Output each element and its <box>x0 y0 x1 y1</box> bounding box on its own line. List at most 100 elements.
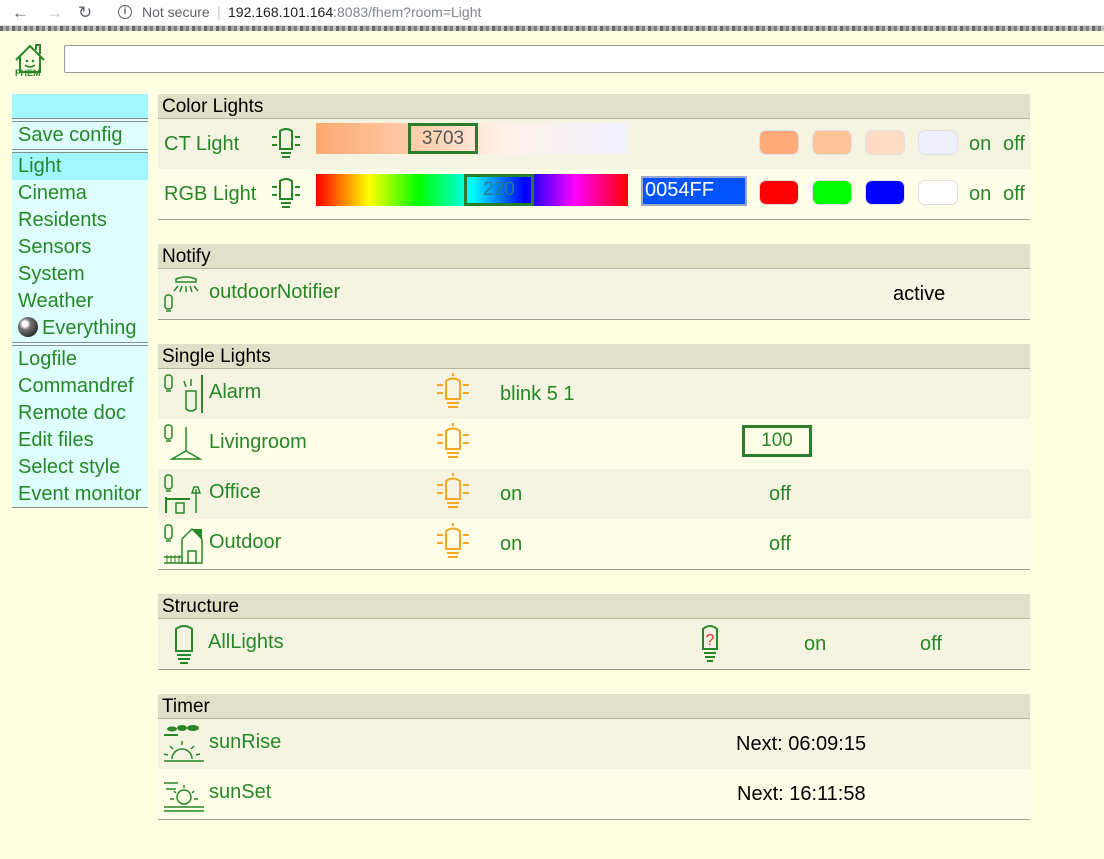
off-link[interactable]: off <box>769 533 791 556</box>
reload-icon[interactable]: ↻ <box>78 3 92 23</box>
ct-swatch-2[interactable] <box>812 130 852 155</box>
rgb-swatch-blue[interactable] <box>865 180 905 205</box>
bulb-on-icon[interactable] <box>435 473 471 515</box>
blink-command-link[interactable]: blink 5 1 <box>500 383 575 406</box>
menu-item-commandref[interactable]: Commandref <box>12 373 148 400</box>
device-name[interactable]: Alarm <box>209 381 261 404</box>
device-row-office: Office on off <box>158 469 1030 519</box>
device-name[interactable]: sunRise <box>209 731 281 754</box>
menu-item-logfile[interactable]: Logfile <box>12 346 148 373</box>
off-link[interactable]: off <box>920 633 942 656</box>
menu-item-label: Select style <box>18 456 121 478</box>
menu-item-label: Cinema <box>18 182 87 204</box>
bulb-on-icon[interactable] <box>435 373 471 415</box>
menu-item-label: Save config <box>18 124 123 146</box>
sidebar-menu: Save config Light Cinema Residents Senso… <box>12 94 148 508</box>
device-name[interactable]: Office <box>209 481 261 504</box>
section-title[interactable]: Color Lights <box>158 94 1030 119</box>
back-icon[interactable]: ← <box>12 3 29 23</box>
device-name[interactable]: sunSet <box>209 781 271 804</box>
brightness-value-box[interactable]: 100 <box>742 425 812 457</box>
desk-lamp-icon[interactable] <box>162 473 206 515</box>
on-link[interactable]: on <box>500 533 522 556</box>
on-link[interactable]: on <box>804 633 826 656</box>
forward-icon[interactable]: → <box>46 3 63 23</box>
fhem-logo[interactable]: FHEM <box>12 40 48 80</box>
next-time: Next: 16:11:58 <box>737 783 866 805</box>
sunset-icon[interactable] <box>162 773 206 815</box>
color-temperature-slider[interactable]: 3703 <box>316 123 628 154</box>
url-host: 192.168.101.164 <box>228 4 334 20</box>
ceiling-lamp-icon[interactable] <box>162 423 206 465</box>
bulb-icon[interactable] <box>270 177 302 213</box>
device-name[interactable]: CT Light <box>164 133 239 156</box>
section-title[interactable]: Notify <box>158 244 1030 269</box>
on-link[interactable]: on <box>969 183 991 206</box>
off-link[interactable]: off <box>769 483 791 506</box>
slider-handle[interactable]: 220 <box>464 174 534 206</box>
alarm-light-icon[interactable] <box>162 373 206 415</box>
svg-text:?: ? <box>706 632 715 649</box>
on-link[interactable]: on <box>500 483 522 506</box>
menu-item-residents[interactable]: Residents <box>12 207 148 234</box>
notifier-icon[interactable] <box>162 273 206 315</box>
device-row-alarm: Alarm blink 5 1 <box>158 369 1030 419</box>
bulb-on-icon[interactable] <box>435 423 471 465</box>
info-icon[interactable]: i <box>118 5 132 19</box>
device-row-sunset: sunSet Next: 16:11:58 <box>158 769 1030 819</box>
bulb-icon[interactable] <box>172 623 196 665</box>
ct-swatch-4[interactable] <box>918 130 958 155</box>
menu-item-system[interactable]: System <box>12 261 148 288</box>
menu-item-label: Residents <box>18 209 107 231</box>
section-title[interactable]: Timer <box>158 694 1030 719</box>
menu-item-label: Logfile <box>18 348 77 370</box>
outdoor-house-icon[interactable] <box>162 523 206 565</box>
hue-slider[interactable]: 220 <box>316 174 628 206</box>
section-title[interactable]: Single Lights <box>158 344 1030 369</box>
off-link[interactable]: off <box>1003 133 1025 156</box>
ct-swatch-3[interactable] <box>865 130 905 155</box>
rgb-swatch-white[interactable] <box>918 180 958 205</box>
device-name[interactable]: AllLights <box>208 631 284 654</box>
url-field[interactable]: 192.168.101.164:8083/fhem?room=Light <box>228 4 481 20</box>
device-name[interactable]: outdoorNotifier <box>209 281 340 304</box>
menu-item-edit-files[interactable]: Edit files <box>12 427 148 454</box>
rgb-swatch-green[interactable] <box>812 180 852 205</box>
bulb-icon[interactable] <box>270 127 302 163</box>
menu-item-light[interactable]: Light <box>12 153 148 180</box>
slider-handle[interactable]: 3703 <box>408 123 478 154</box>
device-name[interactable]: RGB Light <box>164 183 256 206</box>
on-link[interactable]: on <box>969 133 991 156</box>
menu-item-sensors[interactable]: Sensors <box>12 234 148 261</box>
room-content: Color Lights CT Light 3703 on off RGB Li… <box>158 94 1030 844</box>
menu-item-everything[interactable]: Everything <box>12 315 148 342</box>
menu-item-label: Everything <box>42 317 137 339</box>
menu-item-weather[interactable]: Weather <box>12 288 148 315</box>
sunrise-icon[interactable] <box>162 723 206 765</box>
menu-item-select-style[interactable]: Select style <box>12 454 148 481</box>
menu-item-label: Edit files <box>18 429 94 451</box>
menu-item-remote-doc[interactable]: Remote doc <box>12 400 148 427</box>
bulb-on-icon[interactable] <box>435 523 471 565</box>
globe-icon <box>18 317 38 337</box>
header-texture <box>0 26 1104 31</box>
next-time: Next: 06:09:15 <box>736 733 867 755</box>
browser-address-bar: ← → ↻ i Not secure | 192.168.101.164:808… <box>0 0 1104 26</box>
command-input[interactable] <box>64 45 1104 73</box>
logo-text: FHEM <box>15 68 41 78</box>
section-title[interactable]: Structure <box>158 594 1030 619</box>
device-row-rgb-light: RGB Light 220 0054FF on off <box>158 169 1030 219</box>
ct-swatch-1[interactable] <box>759 130 799 155</box>
color-hex-input[interactable]: 0054FF <box>641 176 747 206</box>
off-link[interactable]: off <box>1003 183 1025 206</box>
device-name[interactable]: Livingroom <box>209 431 307 454</box>
menu-item-save-config[interactable]: Save config <box>12 122 148 149</box>
device-row-all-lights: AllLights ? on off <box>158 619 1030 669</box>
menu-item-label: Weather <box>18 290 94 312</box>
device-name[interactable]: Outdoor <box>209 531 281 554</box>
rgb-swatch-red[interactable] <box>759 180 799 205</box>
menu-top-blank <box>12 94 148 118</box>
menu-item-cinema[interactable]: Cinema <box>12 180 148 207</box>
menu-item-event-monitor[interactable]: Event monitor <box>12 481 148 508</box>
unknown-state-bulb-icon[interactable]: ? <box>700 623 720 665</box>
